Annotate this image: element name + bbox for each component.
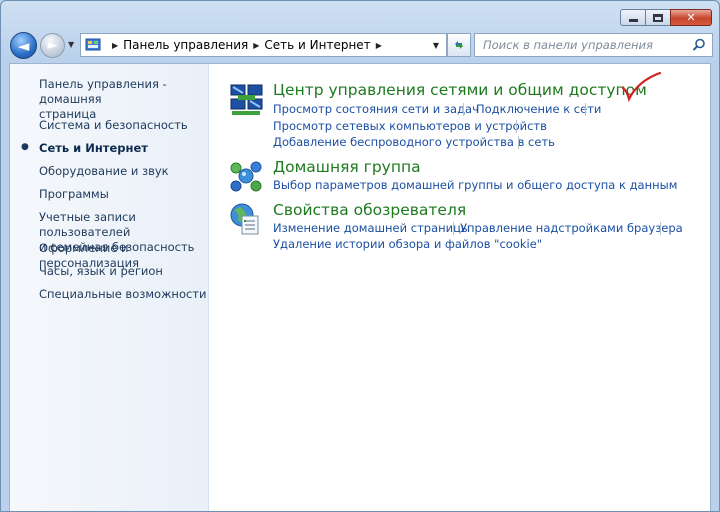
- maximize-icon: [653, 13, 663, 22]
- search-input[interactable]: Поиск в панели управления: [474, 33, 713, 57]
- control-panel-window: ✕ ◄ ► ▼ ▶ Панель управления ▶ Сеть и Инт…: [0, 0, 720, 512]
- link-separator: [453, 222, 454, 235]
- sidebar-item-programs[interactable]: Программы: [39, 187, 109, 202]
- back-button[interactable]: ◄: [10, 32, 37, 59]
- checkmark-annotation-icon: [621, 71, 662, 103]
- link-manage-addons[interactable]: Управление надстройками браузера: [460, 221, 683, 235]
- breadcrumb-arrow-icon[interactable]: ▶: [253, 41, 259, 50]
- minimize-button[interactable]: [620, 9, 646, 26]
- forward-arrow-icon: ►: [47, 38, 58, 53]
- link-add-wireless-device[interactable]: Добавление беспроводного устройства в се…: [273, 135, 555, 149]
- sidebar-home-link[interactable]: Панель управления - домашняя страница: [39, 77, 208, 122]
- sidebar-item-accessibility[interactable]: Специальные возможности: [39, 287, 206, 302]
- close-button[interactable]: ✕: [670, 9, 712, 26]
- link-change-homepage[interactable]: Изменение домашней страницы: [273, 221, 470, 235]
- refresh-button[interactable]: [447, 33, 471, 57]
- breadcrumb-control-panel[interactable]: Панель управления: [123, 38, 248, 52]
- sidebar-item-clock-language[interactable]: Часы, язык и регион: [39, 264, 163, 279]
- link-separator: [585, 103, 586, 116]
- link-delete-history[interactable]: Удаление истории обзора и файлов "cookie…: [273, 237, 542, 251]
- network-center-icon: [230, 84, 263, 115]
- sidebar-item-system-security[interactable]: Система и безопасность: [39, 118, 188, 133]
- link-connect-network[interactable]: Подключение к сети: [476, 102, 601, 116]
- breadcrumb-arrow-icon[interactable]: ▶: [112, 41, 118, 50]
- maximize-button[interactable]: [645, 9, 671, 26]
- active-bullet-icon: ●: [21, 142, 29, 152]
- search-icon[interactable]: [692, 38, 706, 52]
- sidebar-item-hardware-sound[interactable]: Оборудование и звук: [39, 164, 169, 179]
- sidebar-item-network-internet[interactable]: Сеть и Интернет: [39, 141, 148, 156]
- link-homegroup-settings[interactable]: Выбор параметров домашней группы и общег…: [273, 178, 677, 192]
- minimize-icon: [628, 19, 638, 22]
- sidebar: Панель управления - домашняя страница Си…: [10, 64, 209, 511]
- category-title-network-center[interactable]: Центр управления сетями и общим доступом: [273, 81, 647, 99]
- sidebar-home-line-1: Панель управления - домашняя: [39, 77, 167, 106]
- breadcrumb-arrow-icon[interactable]: ▶: [376, 41, 382, 50]
- navigation-bar: ◄ ► ▼ ▶ Панель управления ▶ Сеть и Интер…: [10, 31, 713, 59]
- category-title-internet-options[interactable]: Свойства обозревателя: [273, 201, 466, 219]
- address-dropdown-icon[interactable]: ▼: [426, 34, 446, 56]
- search-placeholder: Поиск в панели управления: [483, 38, 653, 52]
- control-panel-icon: [85, 38, 101, 51]
- link-separator: [660, 222, 661, 235]
- breadcrumb-network-internet[interactable]: Сеть и Интернет: [264, 38, 370, 52]
- category-title-homegroup[interactable]: Домашняя группа: [273, 158, 421, 176]
- sidebar-item-user-accounts-line-1: Учетные записи пользователей: [39, 210, 136, 239]
- address-bar[interactable]: ▶ Панель управления ▶ Сеть и Интернет ▶ …: [80, 33, 447, 57]
- main-panel: Центр управления сетями и общим доступом…: [228, 64, 710, 511]
- homegroup-icon: [230, 161, 262, 192]
- internet-options-icon: [230, 203, 259, 235]
- link-separator: [518, 136, 519, 149]
- content-area: Панель управления - домашняя страница Си…: [9, 63, 711, 511]
- link-network-status[interactable]: Просмотр состояния сети и задач: [273, 102, 479, 116]
- forward-button[interactable]: ►: [40, 33, 65, 58]
- link-separator: [516, 120, 517, 133]
- back-arrow-icon: ◄: [17, 36, 30, 55]
- refresh-icon: [455, 41, 463, 49]
- close-icon: ✕: [686, 11, 696, 24]
- caption-buttons: ✕: [620, 9, 712, 26]
- link-view-network-computers[interactable]: Просмотр сетевых компьютеров и устройств: [273, 119, 547, 133]
- link-separator: [463, 103, 464, 116]
- history-dropdown-icon[interactable]: ▼: [68, 40, 74, 49]
